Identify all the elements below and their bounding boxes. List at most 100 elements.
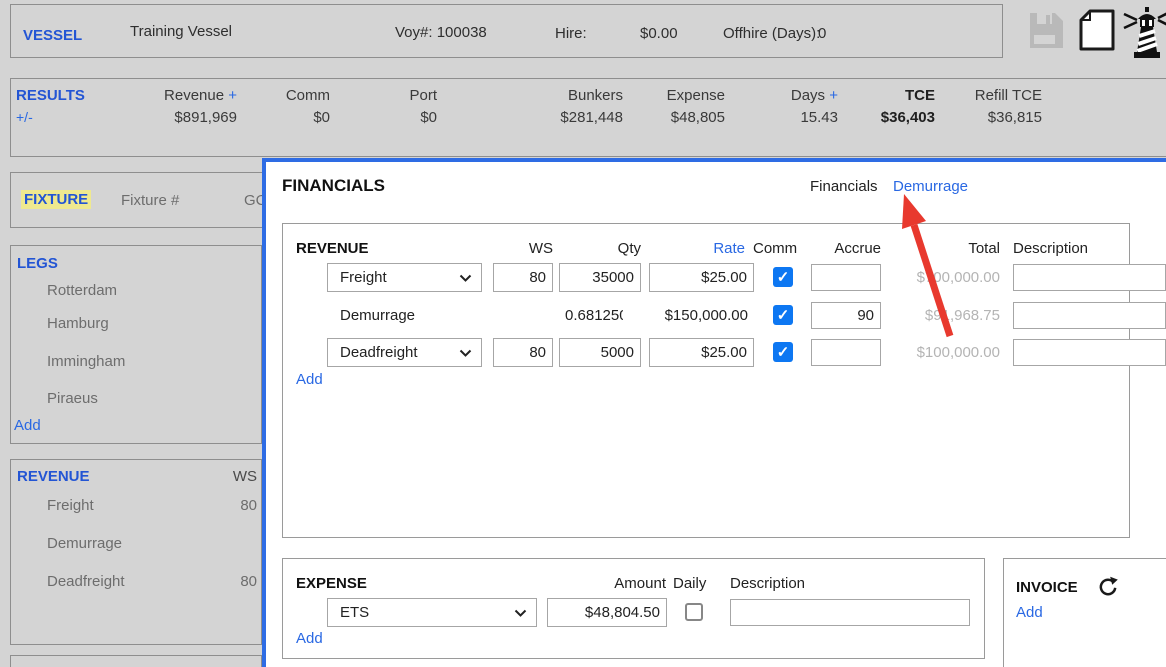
results-section-label[interactable]: RESULTS <box>16 87 85 104</box>
results-expand-toggle[interactable]: +/- <box>16 109 33 125</box>
header-description: Description <box>1013 240 1088 257</box>
qty-input-freight[interactable] <box>559 263 641 292</box>
tab-demurrage[interactable]: Demurrage <box>893 178 968 195</box>
col-value: $48,805 <box>615 109 725 126</box>
leg-item-immingham[interactable]: Immingham <box>47 353 125 370</box>
col-value: $36,815 <box>912 109 1042 126</box>
chevron-down-icon <box>514 609 527 617</box>
daily-checkbox[interactable] <box>685 603 703 621</box>
vessel-bar: VESSEL Training Vessel Voy#: 100038 Hire… <box>10 4 1003 58</box>
header-accrue: Accrue <box>811 240 881 257</box>
description-input-freight[interactable] <box>1013 264 1166 291</box>
header-daily: Daily <box>673 575 706 592</box>
lighthouse-icon[interactable] <box>1122 6 1166 60</box>
total-demurrage: $91,968.75 <box>863 301 1000 330</box>
sidebar-revenue-ws-freight: 80 <box>191 497 257 514</box>
results-col-port: Port $0 <box>337 87 437 126</box>
revenue-section-label[interactable]: REVENUE <box>17 468 90 485</box>
leg-item-piraeus[interactable]: Piraeus <box>47 390 98 407</box>
sidebar-revenue-ws-deadfreight: 80 <box>191 573 257 590</box>
new-document-icon[interactable] <box>1078 8 1116 52</box>
comm-checkbox-deadfreight[interactable] <box>773 342 793 362</box>
revenue-sidebar-panel: REVENUE WS Freight 80 Demurrage Deadfrei… <box>10 459 262 645</box>
results-col-bunkers: Bunkers $281,448 <box>503 87 623 126</box>
revenue-table: REVENUE WS Qty Rate Comm Accrue Total De… <box>282 223 1130 538</box>
offhire-label: Offhire (Days): <box>723 25 820 42</box>
comm-checkbox-freight[interactable] <box>773 267 793 287</box>
col-value: 15.43 <box>728 109 838 126</box>
header-ws: WS <box>493 240 553 257</box>
amount-input[interactable] <box>547 598 667 627</box>
col-label: Port <box>337 87 437 104</box>
rate-input-deadfreight[interactable] <box>649 338 754 367</box>
legs-section-label[interactable]: LEGS <box>17 255 58 272</box>
hire-value: $0.00 <box>640 25 678 42</box>
description-input-demurrage[interactable] <box>1013 302 1166 329</box>
offhire-value: 0 <box>818 25 826 42</box>
select-value: Deadfreight <box>340 344 418 361</box>
qty-demurrage: 0.681250 <box>565 301 623 330</box>
vessel-name: Training Vessel <box>130 23 232 40</box>
col-value: $0 <box>230 109 330 126</box>
sidebar-revenue-item-freight[interactable]: Freight <box>47 497 94 514</box>
description-input-deadfreight[interactable] <box>1013 339 1166 366</box>
financials-panel: FINANCIALS Financials Demurrage REVENUE … <box>262 158 1166 667</box>
results-col-revenue: Revenue + $891,969 <box>97 87 237 126</box>
leg-item-rotterdam[interactable]: Rotterdam <box>47 282 117 299</box>
col-label: Refill TCE <box>912 87 1042 104</box>
rate-demurrage: $150,000.00 <box>623 301 748 330</box>
col-label: Revenue <box>164 87 224 104</box>
header-rate-link[interactable]: Rate <box>649 240 745 257</box>
fixture-number-label: Fixture # <box>121 192 179 209</box>
expense-type-select[interactable]: ETS <box>327 598 537 627</box>
expense-table: EXPENSE Amount Daily Description ETS Add <box>282 558 985 659</box>
vessel-section-label[interactable]: VESSEL <box>23 27 82 44</box>
ws-input-freight[interactable] <box>493 263 553 292</box>
comm-checkbox-demurrage[interactable] <box>773 305 793 325</box>
voyage-number: Voy#: 100038 <box>395 24 487 41</box>
revenue-type-demurrage: Demurrage <box>340 301 415 330</box>
leg-item-hamburg[interactable]: Hamburg <box>47 315 109 332</box>
select-value: Freight <box>340 269 387 286</box>
col-label: Bunkers <box>503 87 623 104</box>
col-label: Expense <box>615 87 725 104</box>
revenue-table-title: REVENUE <box>296 240 369 257</box>
voyage-estimator-screen: VESSEL Training Vessel Voy#: 100038 Hire… <box>0 0 1166 667</box>
invoice-add-link[interactable]: Add <box>1016 604 1043 621</box>
hire-label: Hire: <box>555 25 587 42</box>
save-icon[interactable] <box>1026 10 1066 50</box>
header-total: Total <box>883 240 1000 257</box>
fixture-section-label[interactable]: FIXTURE <box>21 190 91 209</box>
invoice-title: INVOICE <box>1016 579 1078 596</box>
select-value: ETS <box>340 604 369 621</box>
col-value: $0 <box>337 109 437 126</box>
col-label: Days <box>791 87 825 104</box>
revenue-add-link[interactable]: Add <box>296 371 323 388</box>
revenue-type-select-freight[interactable]: Freight <box>327 263 482 292</box>
expense-table-title: EXPENSE <box>296 575 367 592</box>
results-col-refill-tce: Refill TCE $36,815 <box>912 87 1042 126</box>
invoice-panel: INVOICE Add <box>1003 558 1166 667</box>
results-col-comm: Comm $0 <box>230 87 330 126</box>
chevron-down-icon <box>459 349 472 357</box>
refresh-icon[interactable] <box>1097 576 1119 598</box>
col-value: $281,448 <box>503 109 623 126</box>
sidebar-revenue-item-deadfreight[interactable]: Deadfreight <box>47 573 125 590</box>
total-deadfreight: $100,000.00 <box>863 338 1000 367</box>
ws-column-header: WS <box>191 468 257 485</box>
sidebar-revenue-item-demurrage[interactable]: Demurrage <box>47 535 122 552</box>
legs-add-link[interactable]: Add <box>14 417 41 434</box>
results-col-days: Days + 15.43 <box>728 87 838 126</box>
rate-input-freight[interactable] <box>649 263 754 292</box>
header-qty: Qty <box>559 240 641 257</box>
ws-input-deadfreight[interactable] <box>493 338 553 367</box>
col-label: Comm <box>230 87 330 104</box>
qty-input-deadfreight[interactable] <box>559 338 641 367</box>
expense-add-link[interactable]: Add <box>296 630 323 647</box>
legs-panel: LEGS Rotterdam Hamburg Immingham Piraeus… <box>10 245 262 444</box>
revenue-type-select-deadfreight[interactable]: Deadfreight <box>327 338 482 367</box>
expense-description-input[interactable] <box>730 599 970 626</box>
tab-financials[interactable]: Financials <box>810 178 878 195</box>
header-amount: Amount <box>566 575 666 592</box>
chevron-down-icon <box>459 274 472 282</box>
